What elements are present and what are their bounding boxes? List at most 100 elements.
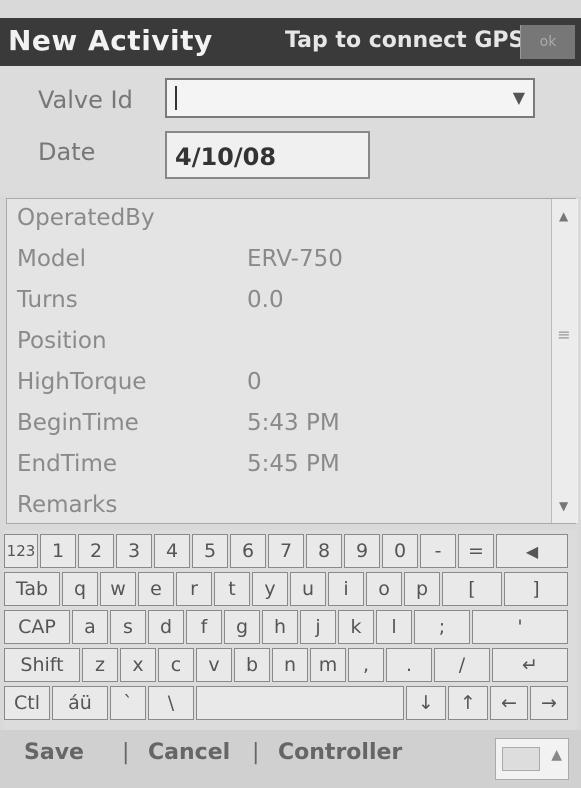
valve-id-label: Valve Id	[38, 86, 133, 114]
key-l[interactable]: l	[376, 610, 412, 644]
ok-button[interactable]: ok	[520, 25, 575, 59]
arrow-up-icon[interactable]: ↑	[448, 686, 488, 720]
key-3[interactable]: 3	[116, 534, 152, 568]
key-g[interactable]: g	[224, 610, 260, 644]
save-button[interactable]: Save	[24, 740, 84, 765]
scroll-down-icon[interactable]: ▼	[559, 499, 568, 513]
activity-form: Valve Id ▼ Date 4/10/08	[0, 66, 581, 196]
key-123[interactable]: 123	[4, 534, 38, 568]
key-equals[interactable]: =	[458, 534, 494, 568]
key-8[interactable]: 8	[306, 534, 342, 568]
key-4[interactable]: 4	[154, 534, 190, 568]
date-field[interactable]: 4/10/08	[165, 131, 370, 179]
soft-keyboard: 123 1 2 3 4 5 6 7 8 9 0 - = ◀ Tab q w e …	[4, 530, 577, 730]
arrow-right-icon[interactable]: →	[530, 686, 568, 720]
key-n[interactable]: n	[272, 648, 308, 682]
row-name: EndTime	[17, 451, 117, 477]
key-u[interactable]: u	[290, 572, 326, 606]
key-j[interactable]: j	[300, 610, 336, 644]
key-z[interactable]: z	[82, 648, 118, 682]
enter-icon[interactable]: ↵	[492, 648, 568, 682]
key-m[interactable]: m	[310, 648, 346, 682]
key-open-bracket[interactable]: [	[442, 572, 502, 606]
grid-row[interactable]: Position	[7, 322, 547, 362]
key-6[interactable]: 6	[230, 534, 266, 568]
grid-row[interactable]: HighTorque 0	[7, 363, 547, 403]
row-name: HighTorque	[17, 369, 147, 395]
key-o[interactable]: o	[366, 572, 402, 606]
arrow-left-icon[interactable]: ←	[490, 686, 528, 720]
key-f[interactable]: f	[186, 610, 222, 644]
cancel-button[interactable]: Cancel	[148, 740, 230, 765]
grid-row[interactable]: BeginTime 5:43 PM	[7, 404, 547, 444]
key-i[interactable]: i	[328, 572, 364, 606]
scroll-thumb[interactable]: ≡	[555, 325, 573, 344]
key-a[interactable]: a	[72, 610, 108, 644]
key-w[interactable]: w	[100, 572, 136, 606]
key-t[interactable]: t	[214, 572, 250, 606]
key-q[interactable]: q	[62, 572, 98, 606]
connect-gps-link[interactable]: Tap to connect GPS	[285, 28, 524, 53]
key-space[interactable]	[196, 686, 404, 720]
chevron-up-icon: ▲	[551, 747, 562, 763]
row-name: Remarks	[17, 492, 118, 518]
properties-grid: OperatedBy Model ERV-750 Turns 0.0 Posit…	[6, 198, 578, 526]
arrow-down-icon[interactable]: ↓	[406, 686, 446, 720]
key-ctl[interactable]: Ctl	[4, 686, 50, 720]
grid-row[interactable]: Model ERV-750	[7, 240, 547, 280]
key-2[interactable]: 2	[78, 534, 114, 568]
key-5[interactable]: 5	[192, 534, 228, 568]
menu-separator: |	[122, 740, 130, 765]
key-d[interactable]: d	[148, 610, 184, 644]
key-x[interactable]: x	[120, 648, 156, 682]
key-s[interactable]: s	[110, 610, 146, 644]
key-y[interactable]: y	[252, 572, 288, 606]
key-minus[interactable]: -	[420, 534, 456, 568]
input-panel-button[interactable]: ▲	[495, 738, 569, 780]
row-name: BeginTime	[17, 410, 139, 436]
row-value: ERV-750	[247, 246, 343, 272]
key-v[interactable]: v	[196, 648, 232, 682]
key-h[interactable]: h	[262, 610, 298, 644]
grid-row[interactable]: Remarks	[7, 486, 547, 526]
grid-row[interactable]: Turns 0.0	[7, 281, 547, 321]
key-c[interactable]: c	[158, 648, 194, 682]
key-r[interactable]: r	[176, 572, 212, 606]
menu-separator: |	[252, 740, 260, 765]
scroll-up-icon[interactable]: ▲	[559, 209, 568, 223]
row-name: Position	[17, 328, 107, 354]
valve-id-dropdown[interactable]: ▼	[165, 78, 535, 118]
key-quote[interactable]: '	[472, 610, 568, 644]
keyboard-icon	[502, 747, 540, 771]
key-caps[interactable]: CAP	[4, 610, 70, 644]
key-accents[interactable]: áü	[52, 686, 108, 720]
key-p[interactable]: p	[404, 572, 440, 606]
key-7[interactable]: 7	[268, 534, 304, 568]
key-1[interactable]: 1	[40, 534, 76, 568]
key-close-bracket[interactable]: ]	[504, 572, 568, 606]
key-b[interactable]: b	[234, 648, 270, 682]
screen: New Activity Tap to connect GPS ok Valve…	[0, 0, 581, 788]
key-backslash[interactable]: \	[148, 686, 194, 720]
key-backtick[interactable]: `	[110, 686, 146, 720]
key-e[interactable]: e	[138, 572, 174, 606]
grid-row[interactable]: EndTime 5:45 PM	[7, 445, 547, 485]
chevron-down-icon[interactable]: ▼	[513, 88, 525, 107]
grid-row[interactable]: OperatedBy	[7, 199, 547, 239]
backspace-icon[interactable]: ◀	[496, 534, 568, 568]
row-value: 0	[247, 369, 262, 395]
controller-button[interactable]: Controller	[278, 740, 402, 765]
row-value: 5:43 PM	[247, 410, 340, 436]
row-name: Model	[17, 246, 87, 272]
key-0[interactable]: 0	[382, 534, 418, 568]
key-comma[interactable]: ,	[348, 648, 384, 682]
row-name: Turns	[17, 287, 78, 313]
key-semicolon[interactable]: ;	[414, 610, 470, 644]
key-shift[interactable]: Shift	[4, 648, 80, 682]
key-slash[interactable]: /	[434, 648, 490, 682]
key-k[interactable]: k	[338, 610, 374, 644]
key-9[interactable]: 9	[344, 534, 380, 568]
key-tab[interactable]: Tab	[4, 572, 60, 606]
vertical-scrollbar[interactable]: ▲ ≡ ▼	[551, 199, 578, 523]
key-period[interactable]: .	[386, 648, 432, 682]
